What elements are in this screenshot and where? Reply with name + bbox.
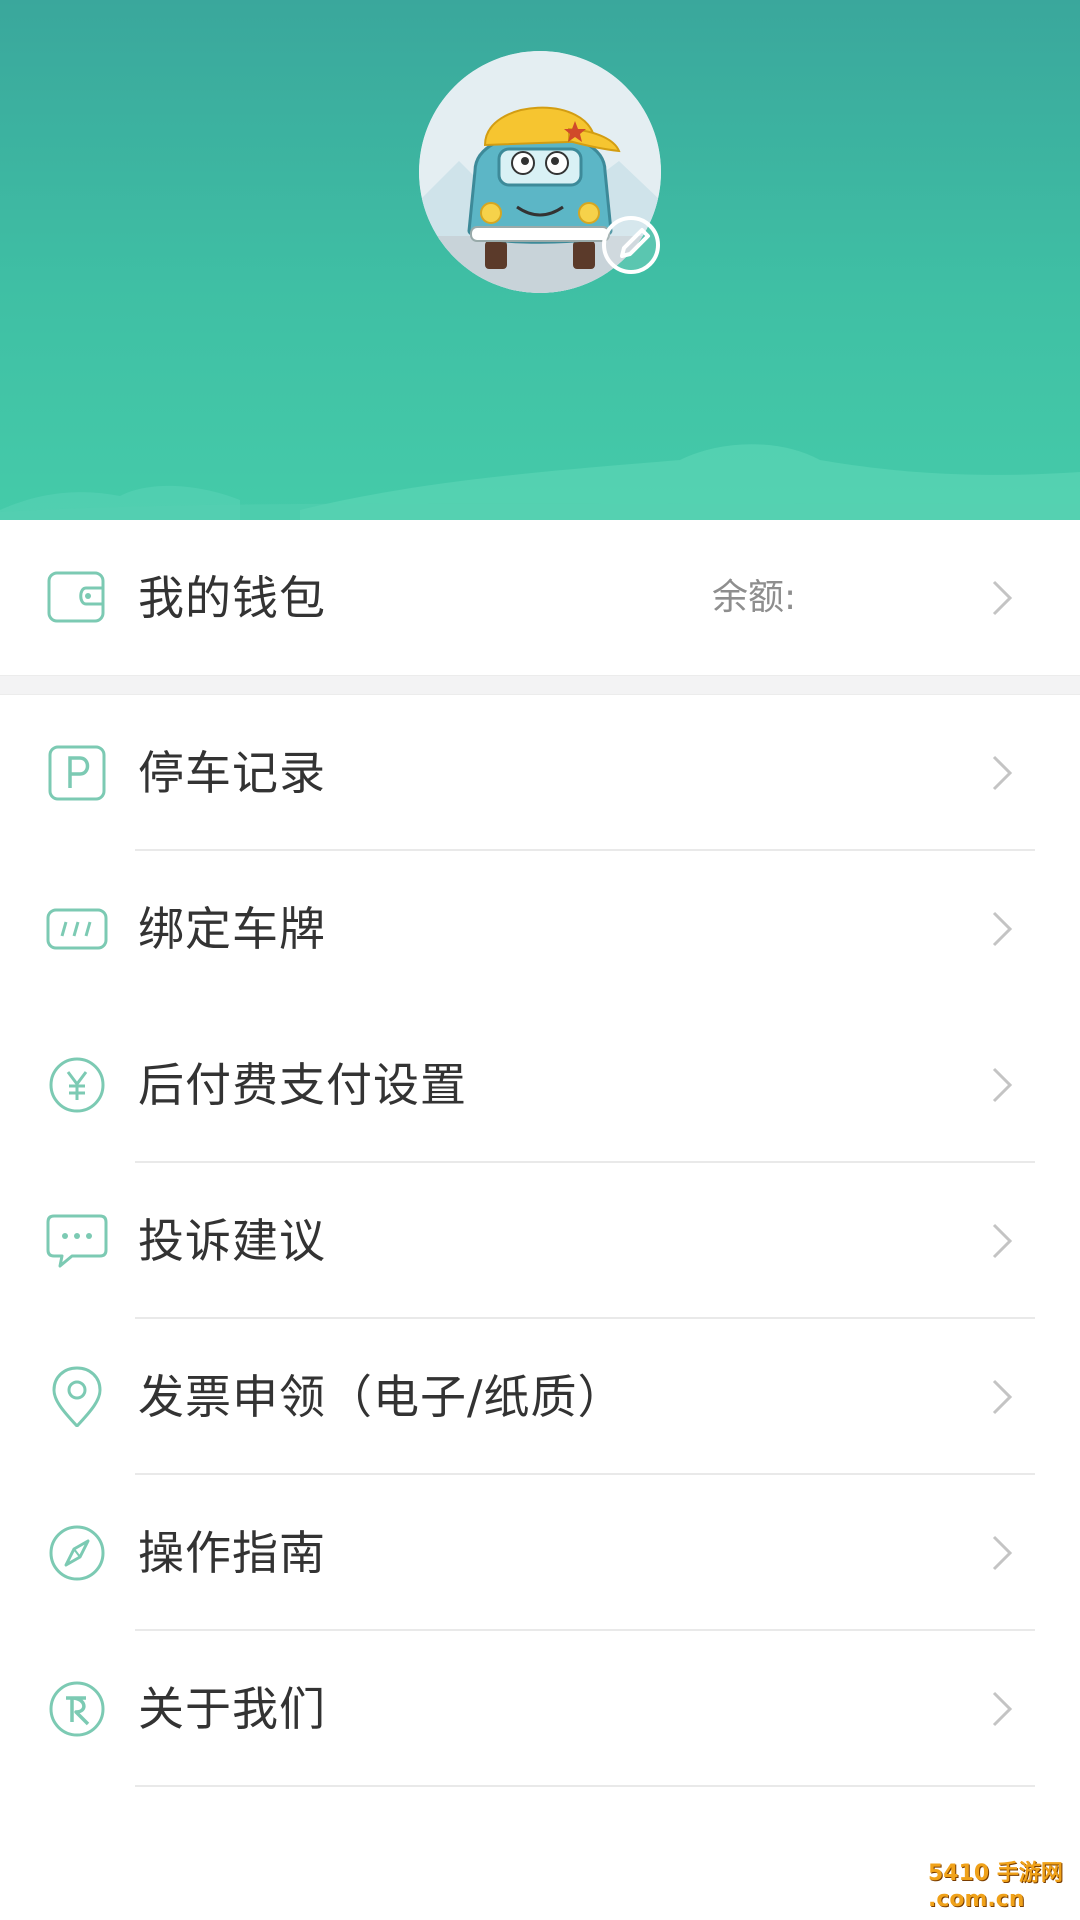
site-watermark: 5410 手游网 .com.cn xyxy=(928,1861,1078,1918)
chevron-right-icon xyxy=(992,580,1013,616)
chevron-right-icon xyxy=(992,1067,1013,1103)
chevron-right-icon xyxy=(992,1691,1013,1727)
menu-item-postpaid-settings[interactable]: 后付费支付设置 xyxy=(0,1007,1080,1163)
compass-icon xyxy=(49,1525,105,1581)
chevron-right-icon xyxy=(992,911,1013,947)
chevron-right-icon xyxy=(992,1535,1013,1571)
wallet-row[interactable]: 我的钱包 余额: xyxy=(0,520,1080,676)
divider xyxy=(135,1785,1035,1787)
menu-item-bind-plate[interactable]: 绑定车牌 xyxy=(0,851,1080,1007)
profile-header xyxy=(0,0,1080,520)
menu-item-about[interactable]: 关于我们 xyxy=(0,1631,1080,1787)
menu-item-label: 投诉建议 xyxy=(138,1214,326,1268)
chevron-right-icon xyxy=(992,755,1013,791)
edit-icon[interactable] xyxy=(600,214,662,276)
license-plate-icon xyxy=(46,908,108,950)
chat-bubble-icon xyxy=(46,1214,108,1268)
location-pin-icon xyxy=(52,1366,102,1427)
wallet-label: 我的钱包 xyxy=(138,571,326,625)
menu-item-guide[interactable]: 操作指南 xyxy=(0,1475,1080,1631)
chevron-right-icon xyxy=(992,1223,1013,1259)
menu-item-label: 绑定车牌 xyxy=(138,902,326,956)
menu-item-invoice[interactable]: 发票申领（电子/纸质） xyxy=(0,1319,1080,1475)
menu-item-label: 关于我们 xyxy=(138,1682,326,1736)
about-logo-icon xyxy=(49,1681,105,1737)
chevron-right-icon xyxy=(992,1379,1013,1415)
section-separator xyxy=(0,675,1080,695)
wallet-balance-label: 余额: xyxy=(712,577,797,618)
menu-item-feedback[interactable]: 投诉建议 xyxy=(0,1163,1080,1319)
menu-item-parking-records[interactable]: 停车记录 xyxy=(0,695,1080,851)
parking-icon xyxy=(48,745,106,801)
menu-item-label: 发票申领（电子/纸质） xyxy=(138,1370,625,1424)
menu-item-label: 后付费支付设置 xyxy=(138,1058,467,1112)
watermark-text: 5410 手游网 .com.cn xyxy=(928,1861,1063,1912)
menu-item-label: 停车记录 xyxy=(138,746,326,800)
yen-icon xyxy=(49,1057,105,1113)
cloud-decoration xyxy=(0,444,1080,520)
wallet-icon xyxy=(47,571,105,623)
menu-item-label: 操作指南 xyxy=(138,1526,326,1580)
